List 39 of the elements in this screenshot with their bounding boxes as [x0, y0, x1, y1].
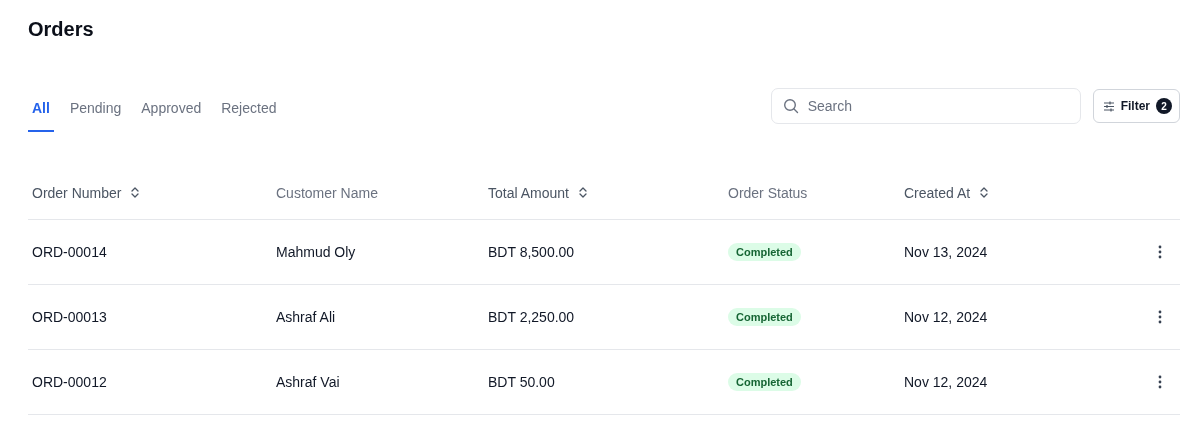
- sort-icon[interactable]: [131, 187, 140, 198]
- table-cell-text: Nov 12, 2024: [903, 309, 988, 325]
- column-header: Total Amount: [488, 184, 569, 201]
- table-cell-text: ORD-00013: [31, 309, 107, 325]
- table-cell-text: Mahmud Oly: [275, 244, 356, 260]
- column-header: Order Status: [728, 184, 808, 201]
- table-cell-text: BDT 50.00: [487, 374, 555, 390]
- status-badge: Completed: [728, 243, 801, 261]
- column-header: Order Number: [32, 184, 122, 201]
- table-cell-text: ORD-00014: [31, 244, 107, 260]
- column-header: Customer Name: [276, 184, 378, 201]
- sliders-icon: [1102, 100, 1115, 112]
- more-button[interactable]: [1156, 373, 1164, 391]
- status-badge: Completed: [728, 373, 801, 391]
- filter-button[interactable]: Filter 2: [1092, 89, 1180, 123]
- sort-icon[interactable]: [980, 187, 989, 198]
- search-icon: [782, 98, 799, 114]
- page-title: Orders: [28, 17, 95, 42]
- filter-count: 2: [1156, 98, 1172, 114]
- more-button[interactable]: [1156, 243, 1164, 261]
- search-field[interactable]: Search: [770, 88, 1081, 124]
- tab[interactable]: Pending: [65, 86, 126, 132]
- tab[interactable]: Rejected: [217, 86, 281, 132]
- table-cell-text: BDT 2,250.00: [487, 309, 575, 325]
- more-icon: [1158, 310, 1162, 324]
- more-icon: [1158, 375, 1162, 389]
- table-cell-text: Ashraf Ali: [275, 309, 336, 325]
- column-header: Created At: [904, 184, 971, 201]
- more-button[interactable]: [1156, 308, 1164, 326]
- table-cell-text: ORD-00012: [31, 374, 107, 390]
- tab[interactable]: All: [28, 86, 54, 132]
- table-cell-text: Nov 13, 2024: [903, 244, 988, 260]
- tab[interactable]: Approved: [137, 86, 206, 132]
- sort-icon[interactable]: [578, 187, 587, 198]
- table-cell-text: BDT 8,500.00: [487, 244, 575, 260]
- more-icon: [1158, 245, 1162, 259]
- table-cell-text: Nov 12, 2024: [903, 374, 988, 390]
- status-badge: Completed: [728, 308, 801, 326]
- table-cell-text: Ashraf Vai: [275, 374, 340, 390]
